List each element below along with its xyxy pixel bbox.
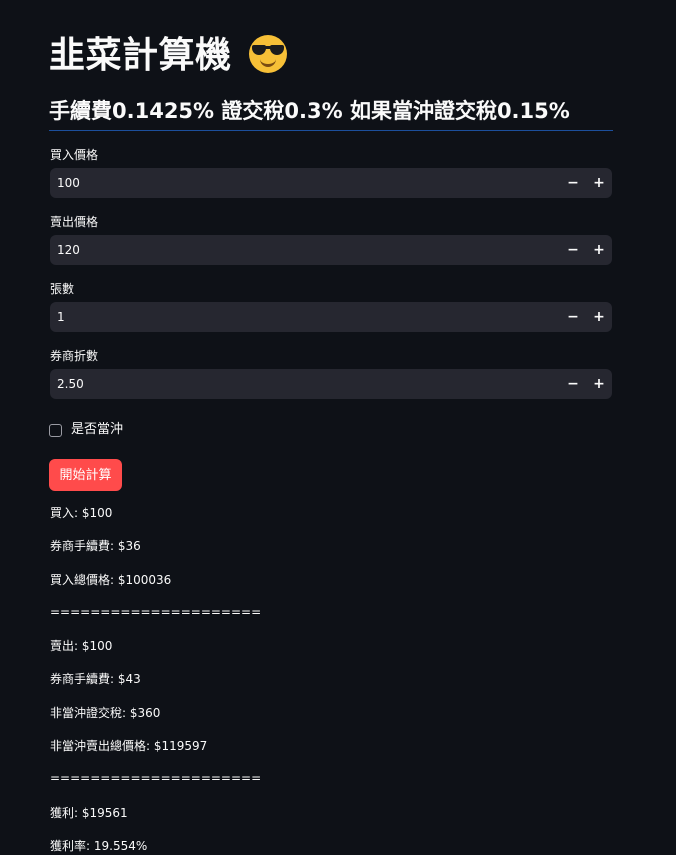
sell-price-label: 賣出價格 [50, 215, 99, 229]
discount-input[interactable] [50, 369, 550, 399]
result-sell-tax: 非當沖證交稅: $360 [50, 706, 161, 720]
app-page: 韭菜計算機 手續費0.1425% 證交稅0.3% 如果當沖證交稅0.15% 買入… [0, 0, 676, 855]
result-separator: ===================== [50, 771, 262, 785]
lots-decrement-button[interactable]: − [560, 302, 586, 332]
sell-price-input[interactable] [50, 235, 550, 265]
buy-price-decrement-button[interactable]: − [560, 168, 586, 198]
smiling-face-with-sunglasses-icon [248, 35, 287, 73]
page-title-text: 韭菜計算機 [49, 35, 232, 76]
page-subtitle: 手續費0.1425% 證交稅0.3% 如果當沖證交稅0.15% [49, 99, 570, 123]
buy-price-label: 買入價格 [50, 148, 99, 162]
result-sell-fee: 券商手續費: $43 [50, 672, 141, 686]
day-trade-checkbox[interactable] [49, 423, 62, 437]
page-title: 韭菜計算機 [49, 34, 287, 78]
result-profit: 獲利: $19561 [50, 806, 128, 820]
lots-label: 張數 [50, 282, 75, 296]
discount-decrement-button[interactable]: − [560, 369, 586, 399]
result-buy: 買入: $100 [50, 506, 113, 520]
calculate-button[interactable]: 開始計算 [49, 459, 122, 491]
result-sell: 賣出: $100 [50, 639, 113, 653]
discount-increment-button[interactable]: + [586, 369, 612, 399]
result-buy-total: 買入總價格: $100036 [50, 573, 172, 587]
result-buy-fee: 券商手續費: $36 [50, 539, 141, 553]
discount-input-group: − + [50, 369, 612, 399]
lots-input-group: − + [50, 302, 612, 332]
lots-increment-button[interactable]: + [586, 302, 612, 332]
result-profit-rate: 獲利率: 19.554% [50, 839, 148, 853]
buy-price-increment-button[interactable]: + [586, 168, 612, 198]
result-separator: ===================== [50, 605, 262, 619]
sell-price-input-group: − + [50, 235, 612, 265]
buy-price-input-group: − + [50, 168, 612, 198]
day-trade-checkbox-label[interactable]: 是否當沖 [71, 421, 123, 439]
sell-price-decrement-button[interactable]: − [560, 235, 586, 265]
lots-input[interactable] [50, 302, 550, 332]
subtitle-divider [49, 130, 613, 131]
sell-price-increment-button[interactable]: + [586, 235, 612, 265]
result-sell-total: 非當沖賣出總價格: $119597 [50, 739, 208, 753]
day-trade-checkbox-row[interactable]: 是否當沖 [49, 421, 123, 439]
buy-price-input[interactable] [50, 168, 550, 198]
discount-label: 券商折數 [50, 349, 99, 363]
